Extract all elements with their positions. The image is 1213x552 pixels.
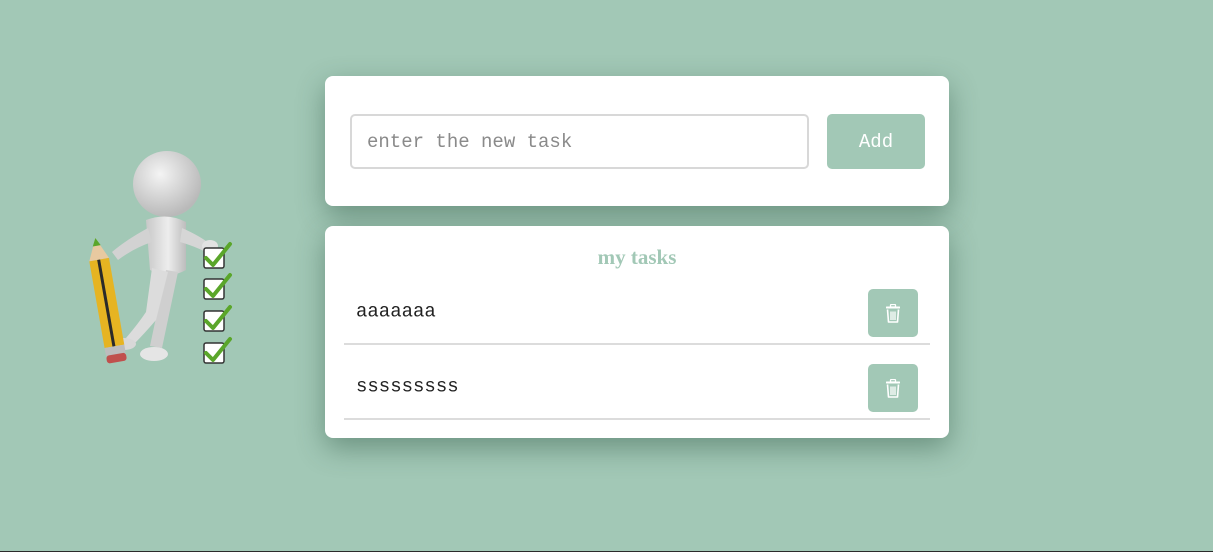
task-text: aaaaaaa: [356, 299, 436, 322]
figure-left-arm: [112, 228, 152, 260]
delete-task-button[interactable]: [868, 289, 918, 337]
add-task-button[interactable]: Add: [827, 114, 925, 169]
tasks-title: my tasks: [597, 245, 677, 269]
delete-task-button[interactable]: [868, 364, 918, 412]
new-task-input[interactable]: [350, 114, 809, 169]
checklist-icon: [203, 242, 232, 364]
trash-icon: [886, 378, 900, 398]
task-item: aaaaaaa: [344, 270, 930, 345]
task-text: sssssssss: [356, 374, 459, 397]
task-list: aaaaaaa sssssssss: [344, 270, 930, 420]
task-item: sssssssss: [344, 345, 930, 420]
trash-icon: [886, 303, 900, 323]
figure-head: [133, 151, 201, 217]
figure-torso: [146, 216, 186, 275]
person-checklist-illustration: [82, 148, 242, 370]
tasks-card: my tasks aaaaaaa sssssssss: [325, 226, 949, 438]
add-task-card: Add: [325, 76, 949, 206]
